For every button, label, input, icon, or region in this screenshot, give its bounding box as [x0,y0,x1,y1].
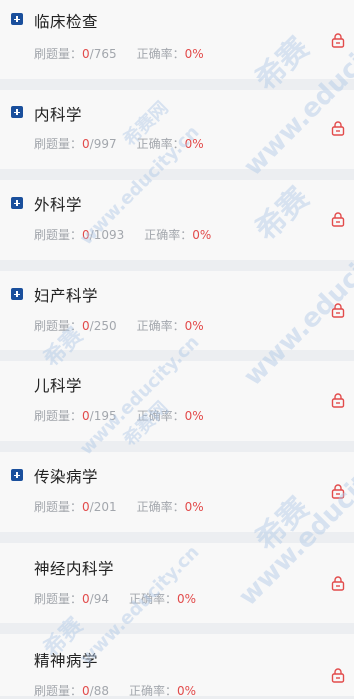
subject-title: 临床检查 [34,13,99,31]
lock-icon [331,668,345,683]
subject-card[interactable]: 精神病学 刷题量：0/88 正确率：0% [0,634,354,699]
accuracy-label: 正确率： [136,409,185,423]
questions-label: 刷题量： [34,137,83,151]
accuracy-label: 正确率： [136,137,185,151]
accuracy-value: 0% [184,319,204,333]
questions-total: /250 [89,319,117,333]
questions-done: 0 [82,47,90,61]
questions-done: 0 [82,228,90,242]
accuracy-value: 0% [184,137,204,151]
questions-done: 0 [82,409,90,423]
accuracy-label: 正确率： [136,47,185,61]
lock-icon [331,576,345,591]
questions-total: /997 [89,137,117,151]
accuracy-value: 0% [192,228,212,242]
subject-stats: 刷题量：0/195 正确率：0% [34,407,204,424]
questions-label: 刷题量： [34,500,83,514]
subject-title: 内科学 [34,106,83,124]
lock-icon [331,212,345,227]
subject-stats: 刷题量：0/201 正确率：0% [34,498,204,515]
subject-stats: 刷题量：0/250 正确率：0% [34,317,204,334]
questions-total: /201 [89,500,117,514]
subject-stats: 刷题量：0/94 正确率：0% [34,590,196,607]
questions-done: 0 [82,137,90,151]
questions-done: 0 [82,319,90,333]
subject-stats: 刷题量：0/765 正确率：0% [34,45,204,62]
accuracy-label: 正确率： [136,500,185,514]
expand-icon[interactable] [11,13,23,25]
subject-title: 神经内科学 [34,560,115,578]
subject-stats: 刷题量：0/1093 正确率：0% [34,226,211,243]
accuracy-value: 0% [176,592,197,606]
expand-icon[interactable] [11,469,23,481]
questions-label: 刷题量： [34,592,83,606]
expand-icon[interactable] [11,197,23,209]
subject-stats: 刷题量：0/88 正确率：0% [34,682,196,699]
accuracy-label: 正确率： [144,228,193,242]
lock-icon [331,393,345,408]
subject-card[interactable]: 临床检查 刷题量：0/765 正确率：0% [0,0,354,79]
accuracy-value: 0% [184,500,204,514]
questions-label: 刷题量： [34,319,83,333]
subject-title: 妇产科学 [34,287,99,305]
accuracy-label: 正确率： [128,592,177,606]
questions-label: 刷题量： [34,409,83,423]
questions-label: 刷题量： [34,228,83,242]
expand-icon[interactable] [11,288,23,300]
subject-card[interactable]: 神经内科学 刷题量：0/94 正确率：0% [0,543,354,623]
questions-done: 0 [82,592,90,606]
subject-card[interactable]: 内科学 刷题量：0/997 正确率：0% [0,90,354,169]
expand-icon[interactable] [11,106,23,118]
subject-card[interactable]: 传染病学 刷题量：0/201 正确率：0% [0,452,354,532]
questions-total: /1093 [89,228,125,242]
lock-icon [331,484,345,499]
lock-icon [331,121,345,136]
questions-total: /94 [89,592,109,606]
lock-icon [331,33,345,48]
subject-title: 精神病学 [34,652,99,670]
subject-title: 外科学 [34,196,83,214]
accuracy-value: 0% [184,409,204,423]
subject-stats: 刷题量：0/997 正确率：0% [34,135,204,152]
accuracy-value: 0% [184,47,204,61]
subject-title: 儿科学 [34,377,83,395]
questions-total: /765 [89,47,117,61]
questions-total: /195 [89,409,117,423]
lock-icon [331,303,345,318]
subject-card[interactable]: 妇产科学 刷题量：0/250 正确率：0% [0,271,354,350]
subject-card[interactable]: 儿科学 刷题量：0/195 正确率：0% [0,361,354,441]
questions-label: 刷题量： [34,47,83,61]
subject-card[interactable]: 外科学 刷题量：0/1093 正确率：0% [0,180,354,260]
accuracy-label: 正确率： [136,319,185,333]
subject-title: 传染病学 [34,468,99,486]
questions-done: 0 [82,500,90,514]
